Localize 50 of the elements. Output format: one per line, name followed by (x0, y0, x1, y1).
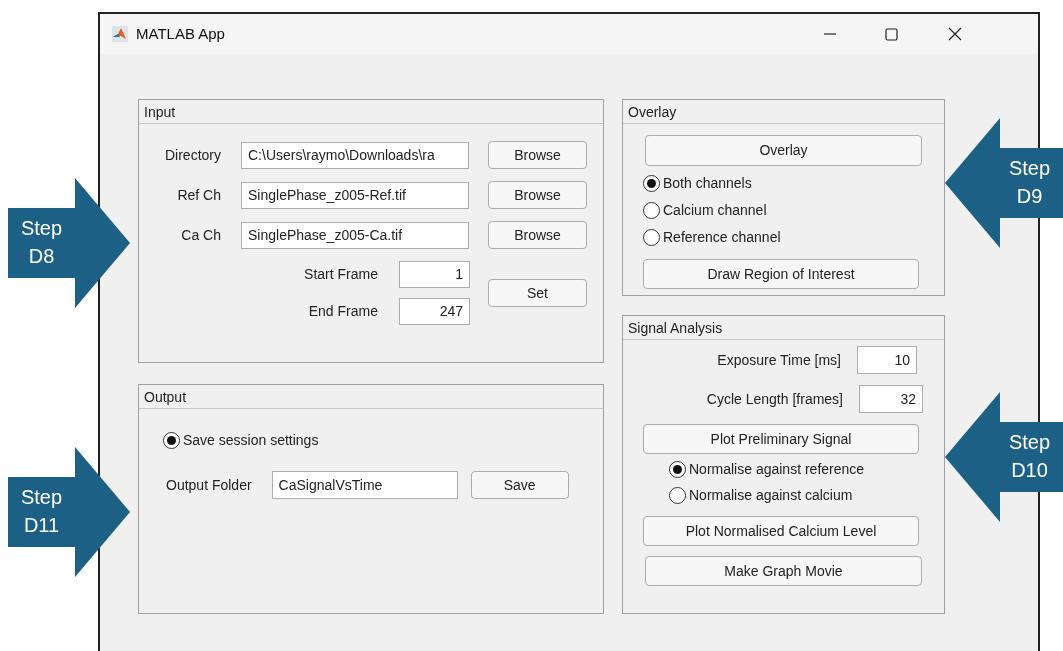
field-label: Directory (164, 145, 221, 165)
radio-button[interactable] (669, 461, 686, 478)
push-button[interactable]: Make Graph Movie (645, 556, 922, 586)
radio-button[interactable] (643, 175, 660, 192)
radio-button[interactable] (669, 487, 686, 504)
field-label: Ca Ch (180, 225, 221, 245)
radio-button[interactable] (643, 229, 660, 246)
push-button[interactable]: Browse (488, 181, 587, 209)
text-field[interactable]: C:\Users\raymo\Downloads\ra (241, 141, 469, 169)
window-title: MATLAB App (136, 23, 225, 44)
push-button[interactable]: Browse (488, 221, 587, 249)
push-button[interactable]: Set (488, 279, 587, 307)
text-field[interactable]: CaSignalVsTime (271, 471, 458, 499)
field-label: Cycle Length [frames] (706, 389, 843, 409)
panel-title: Input (144, 104, 176, 120)
radio-label: Save session settings (183, 431, 319, 450)
text-field[interactable]: 1 (399, 261, 470, 288)
push-button[interactable]: Browse (488, 141, 587, 169)
text-field[interactable]: SinglePhase_z005-Ca.tif (241, 221, 469, 249)
close-icon[interactable] (948, 27, 962, 41)
push-button[interactable]: Overlay (645, 135, 922, 166)
callout-label: Step D9 (1007, 156, 1052, 209)
field-label: Exposure Time [ms] (717, 350, 841, 370)
maximize-icon[interactable] (885, 27, 898, 41)
radio-label: Calcium channel (663, 201, 767, 220)
field-label: Output Folder (166, 475, 252, 495)
callout-label: Step D11 (19, 485, 64, 538)
push-button[interactable]: Draw Region of Interest (643, 259, 919, 289)
text-field[interactable]: SinglePhase_z005-Ref.tif (241, 181, 469, 209)
radio-label: Both channels (663, 174, 752, 193)
push-button[interactable]: Plot Preliminary Signal (643, 424, 919, 454)
text-field[interactable]: 10 (857, 346, 917, 374)
field-label: End Frame (308, 302, 378, 321)
radio-button[interactable] (163, 432, 180, 449)
text-field[interactable]: 247 (399, 298, 470, 325)
field-label: Ref Ch (176, 185, 221, 205)
panel-title: Overlay (628, 104, 677, 120)
text-field[interactable]: 32 (859, 385, 923, 413)
radio-label: Normalise against calcium (689, 486, 853, 505)
push-button[interactable]: Save (470, 471, 569, 499)
panel-title: Signal Analysis (628, 320, 723, 336)
radio-label: Reference channel (663, 228, 781, 247)
radio-label: Normalise against reference (689, 460, 865, 479)
field-label: Start Frame (304, 265, 378, 284)
radio-button[interactable] (643, 202, 660, 219)
app-logo-icon (112, 26, 128, 42)
callout-label: Step D8 (19, 216, 64, 269)
push-button[interactable]: Plot Normalised Calcium Level (643, 516, 919, 546)
callout-label: Step D10 (1007, 430, 1052, 483)
panel-title: Output (144, 389, 187, 405)
